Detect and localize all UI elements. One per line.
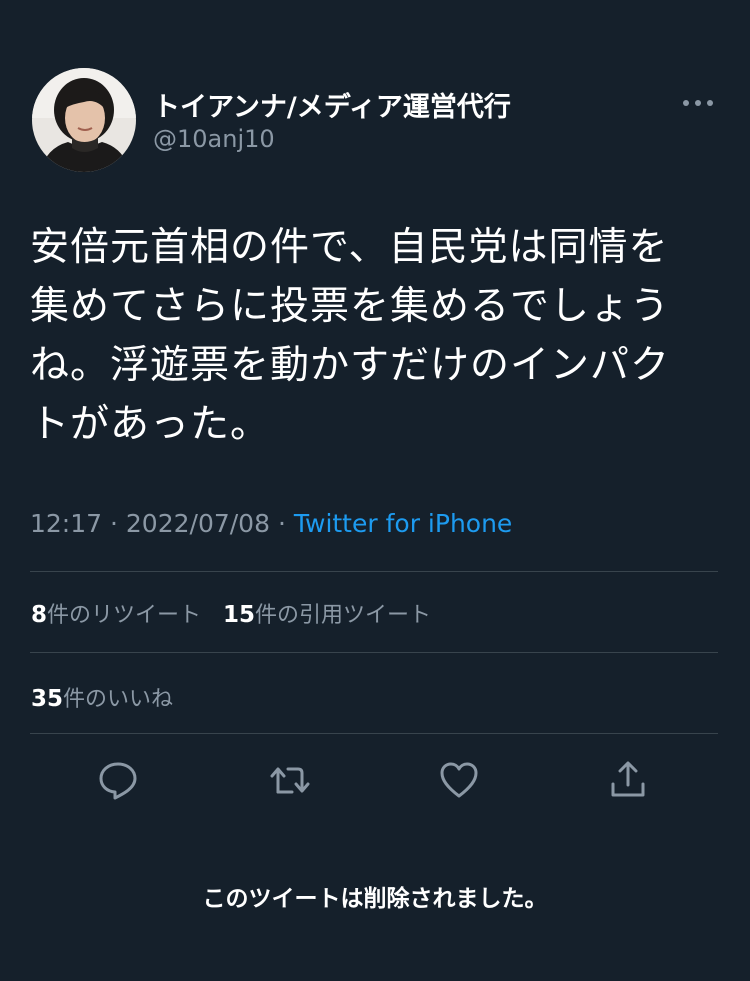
divider [30, 652, 718, 653]
likes-stats[interactable]: 35件のいいね [31, 681, 173, 713]
tweet-time: 12:17 [30, 509, 103, 538]
avatar-photo [32, 68, 136, 172]
tweet-source-link[interactable]: Twitter for iPhone [294, 509, 512, 538]
quotes-link[interactable]: 15件の引用ツイート [223, 602, 432, 628]
share-icon[interactable] [606, 758, 650, 802]
avatar[interactable] [32, 68, 136, 172]
more-horizontal-icon[interactable] [680, 93, 716, 113]
deleted-notice: このツイートは削除されました。 [202, 886, 548, 912]
heart-icon[interactable] [437, 758, 481, 802]
retweet-icon[interactable] [268, 758, 312, 802]
reply-icon[interactable] [96, 758, 140, 802]
tweet-text: 安倍元首相の件で、自民党は同情を 集めてさらに投票を集めるでしょう ね。浮遊票を… [30, 225, 671, 447]
meta-separator: · [110, 509, 118, 538]
author-display-name[interactable]: トイアンナ/メディア運営代行 [153, 85, 511, 124]
quotes-label: 件の引用ツイート [255, 603, 432, 628]
retweets-label: 件のリツイート [47, 603, 202, 628]
action-bar [0, 758, 750, 802]
tweet-meta: 12:17 · 2022/07/08 · Twitter for iPhone [30, 509, 512, 538]
likes-label: 件のいいね [63, 687, 174, 712]
divider [30, 733, 718, 734]
author-handle[interactable]: @10anj10 [153, 125, 275, 153]
retweet-stats: 8件のリツイート 15件の引用ツイート [31, 597, 431, 629]
divider [30, 571, 718, 572]
retweets-link[interactable]: 8件のリツイート [31, 602, 202, 628]
retweets-count: 8 [31, 602, 48, 628]
tweet-date: 2022/07/08 [125, 509, 270, 538]
tweet-detail: トイアンナ/メディア運営代行 @10anj10 安倍元首相の件で、自民党は同情を… [0, 0, 750, 981]
quotes-count: 15 [223, 602, 256, 628]
likes-count: 35 [31, 686, 64, 712]
meta-separator: · [277, 509, 286, 538]
